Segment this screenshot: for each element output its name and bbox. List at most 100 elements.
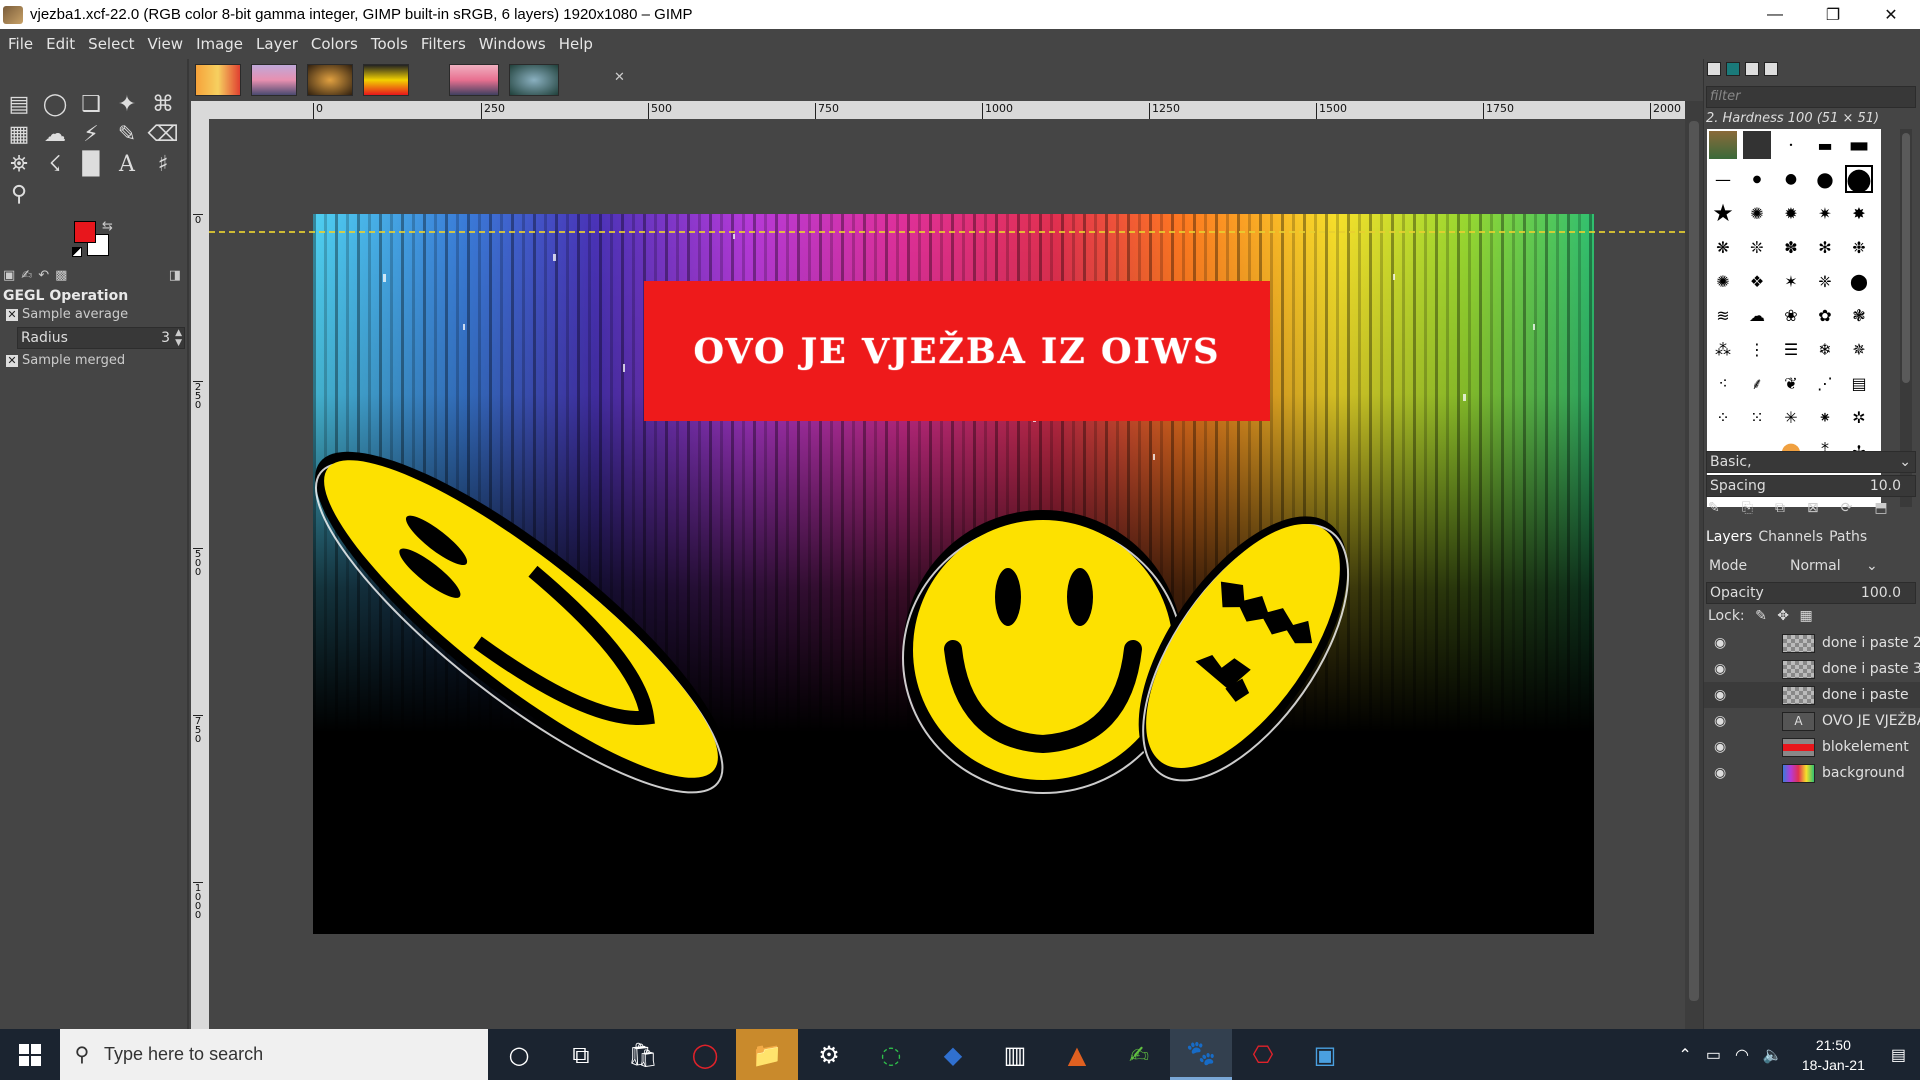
image-tab-4-active[interactable]	[363, 64, 409, 96]
clone-icon[interactable]: ⛯	[4, 149, 34, 179]
store-icon[interactable]: 🛍	[612, 1029, 674, 1080]
brush-thumb[interactable]: ⬤	[1845, 267, 1873, 295]
brush-thumb[interactable]: ✺	[1743, 199, 1771, 227]
brush-thumb[interactable]: ▤	[1845, 369, 1873, 397]
eraser-icon[interactable]: ⌫	[147, 119, 178, 149]
brush-thumb[interactable]: ❉	[1845, 233, 1873, 261]
layer-row[interactable]: ◉ done i paste 3	[1704, 656, 1920, 682]
menu-select[interactable]: Select	[82, 35, 140, 53]
menu-file[interactable]: File	[2, 35, 39, 53]
eye-icon[interactable]: ◉	[1714, 682, 1726, 708]
matlab-icon[interactable]: ▲	[1046, 1029, 1108, 1080]
delete-brush-icon[interactable]: ⊠	[1807, 500, 1819, 516]
brush-thumb[interactable]: ▬	[1845, 131, 1873, 159]
brush-thumb[interactable]: ❀	[1777, 301, 1805, 329]
free-select-icon[interactable]: ❑	[76, 89, 106, 119]
brushes-tab-icon[interactable]	[1707, 62, 1721, 76]
image-tab-1[interactable]	[195, 64, 241, 96]
notifications-icon[interactable]: ▤	[1877, 1045, 1920, 1065]
brush-thumb[interactable]: ●	[1743, 165, 1771, 193]
equalizer-app-icon[interactable]: ▥	[984, 1029, 1046, 1080]
reset-colors-icon[interactable]	[72, 247, 82, 257]
chevron-up-icon[interactable]: ⌃	[1671, 1045, 1698, 1065]
brush-thumb[interactable]: ⋰	[1811, 369, 1839, 397]
image-tab-2[interactable]	[251, 64, 297, 96]
brush-thumb[interactable]: ≋	[1709, 301, 1737, 329]
brush-thumb[interactable]: —	[1709, 165, 1737, 193]
brush-thumb[interactable]: ⁖	[1709, 369, 1737, 397]
wifi-icon[interactable]: ◠	[1728, 1045, 1756, 1065]
brush-thumb[interactable]: ★	[1709, 199, 1737, 227]
menu-filters[interactable]: Filters	[415, 35, 472, 53]
ellipse-select-icon[interactable]: ◯	[40, 89, 70, 119]
menu-image[interactable]: Image	[190, 35, 249, 53]
brush-thumb[interactable]: ⁕	[1811, 403, 1839, 431]
notepad-plus-icon[interactable]: ✍	[1108, 1029, 1170, 1080]
brush-thumb[interactable]: ✳	[1777, 403, 1805, 431]
opera-icon[interactable]: ◯	[674, 1029, 736, 1080]
clock[interactable]: 21:50 18-Jan-21	[1790, 1035, 1877, 1075]
device-status-tab-icon[interactable]: ✍	[21, 268, 32, 283]
minimize-button[interactable]: —	[1746, 0, 1804, 29]
eye-icon[interactable]: ◉	[1714, 656, 1726, 682]
tab-paths[interactable]: Paths	[1829, 529, 1867, 545]
brush-thumb[interactable]: ✿	[1811, 301, 1839, 329]
bucket-fill-icon[interactable]: ⚡	[76, 119, 106, 149]
image-tab-3[interactable]	[307, 64, 353, 96]
vertical-scrollbar[interactable]	[1685, 101, 1703, 1029]
new-brush-icon[interactable]: ⎘	[1742, 500, 1753, 516]
brush-thumb[interactable]: ❦	[1777, 369, 1805, 397]
layer-row-selected[interactable]: ◉ done i paste	[1704, 682, 1920, 708]
brush-thumb[interactable]: ✽	[1777, 233, 1805, 261]
lock-pixels-icon[interactable]: ✎	[1755, 608, 1767, 624]
taskbar-search-box[interactable]: ⚲ Type here to search	[60, 1029, 488, 1080]
layer-row[interactable]: ◉ done i paste 2	[1704, 630, 1920, 656]
sample-merged-checkbox[interactable]: ✕	[6, 355, 18, 367]
task-view-icon[interactable]: ⧉	[550, 1029, 612, 1080]
cortana-icon[interactable]: ○	[488, 1029, 550, 1080]
bluej-icon[interactable]: ◆	[922, 1029, 984, 1080]
volume-icon[interactable]: 🔈	[1756, 1045, 1790, 1065]
menu-windows[interactable]: Windows	[473, 35, 552, 53]
tab-channels[interactable]: Channels	[1758, 529, 1823, 545]
brush-thumb[interactable]: ❖	[1743, 267, 1771, 295]
patterns-tab-icon[interactable]	[1726, 62, 1740, 76]
brush-thumb[interactable]: ❃	[1845, 301, 1873, 329]
refresh-app-icon[interactable]: ◌	[860, 1029, 922, 1080]
tool-options-tab-icon[interactable]: ▣	[3, 268, 15, 283]
brush-thumb[interactable]: ⁙	[1743, 403, 1771, 431]
brush-thumb[interactable]: ❈	[1811, 267, 1839, 295]
close-tab-icon[interactable]: ✕	[614, 70, 625, 85]
images-tab-icon[interactable]: ▩	[55, 268, 67, 283]
eye-icon[interactable]: ◉	[1714, 630, 1726, 656]
vertical-ruler[interactable]: 0 2 5 0 5 0 0 7 5 0 1 0 0 0	[191, 119, 209, 1029]
brush-thumb[interactable]: ▬	[1811, 131, 1839, 159]
warp-icon[interactable]: ☁	[40, 119, 70, 149]
smudge-icon[interactable]: ☇	[40, 149, 70, 179]
horizontal-ruler[interactable]: 0 250 500 750 1000 1250 1500 1750 2000	[209, 101, 1685, 119]
restore-button[interactable]: ❐	[1804, 0, 1862, 29]
photos-icon[interactable]: ▣	[1294, 1029, 1356, 1080]
zoom-icon[interactable]: ⚲	[4, 179, 34, 209]
duplicate-brush-icon[interactable]: ⧉	[1775, 500, 1785, 516]
brush-thumb[interactable]: ❊	[1743, 233, 1771, 261]
brush-thumb[interactable]: ❄	[1811, 335, 1839, 363]
brush-thumb[interactable]: ✲	[1845, 403, 1873, 431]
brush-thumb[interactable]	[1743, 131, 1771, 159]
brush-thumb[interactable]: ✵	[1845, 335, 1873, 363]
brush-thumb[interactable]: ⁘	[1709, 403, 1737, 431]
brush-thumb[interactable]: ✷	[1811, 199, 1839, 227]
brush-thumb[interactable]: ⋮	[1743, 335, 1771, 363]
paths-icon[interactable]: █	[76, 149, 106, 179]
close-button[interactable]: ✕	[1862, 0, 1920, 29]
layer-row[interactable]: ◉ blokelement	[1704, 734, 1920, 760]
brush-thumb[interactable]: ✹	[1777, 199, 1805, 227]
menu-layer[interactable]: Layer	[250, 35, 304, 53]
brush-thumb[interactable]: ✺	[1709, 267, 1737, 295]
brush-thumb[interactable]: •	[1777, 131, 1805, 159]
menu-colors[interactable]: Colors	[305, 35, 364, 53]
acrobat-icon[interactable]: ⎔	[1232, 1029, 1294, 1080]
menu-edit[interactable]: Edit	[40, 35, 81, 53]
color-picker-icon[interactable]: ♯	[148, 149, 178, 179]
battery-icon[interactable]: ▭	[1699, 1045, 1728, 1065]
